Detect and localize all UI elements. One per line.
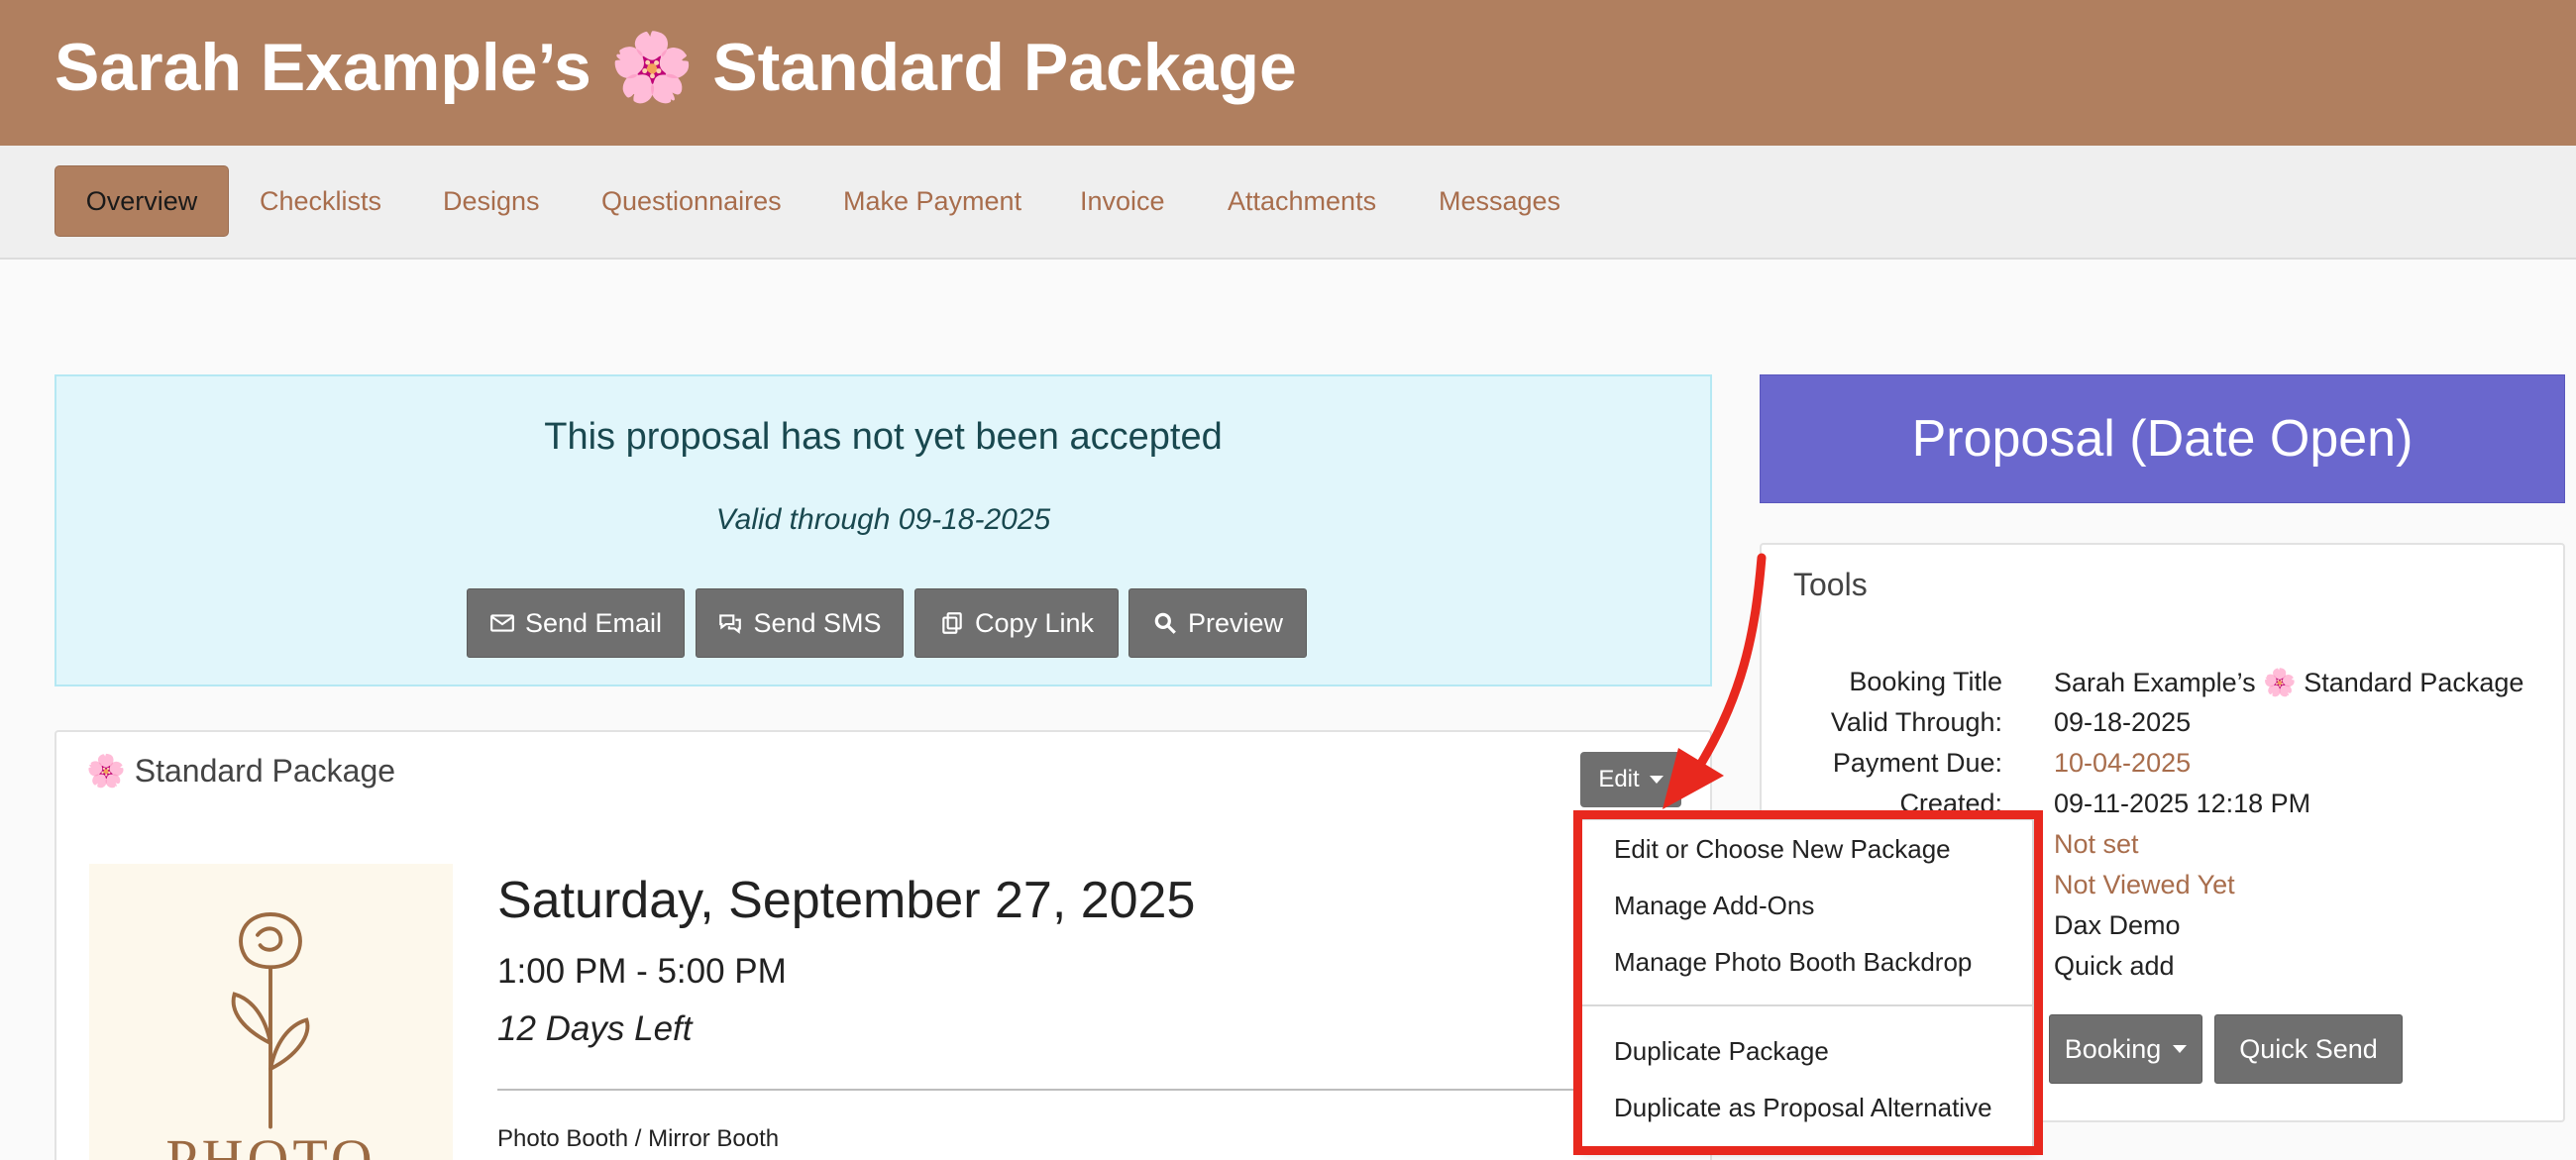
created-label: Created: xyxy=(1899,789,2002,818)
tab-overview[interactable]: Overview xyxy=(54,165,229,237)
quick-send-button[interactable]: Quick Send xyxy=(2214,1014,2403,1084)
copy-icon xyxy=(942,612,962,634)
owner-value: Dax Demo xyxy=(2054,910,2181,940)
nav-tabs: Overview Checklists Designs Questionnair… xyxy=(0,146,2576,260)
menu-item-duplicate-package[interactable]: Duplicate Package xyxy=(1614,1036,1829,1067)
booking-dropdown-button[interactable]: Booking xyxy=(2049,1014,2202,1084)
envelope-icon xyxy=(490,614,514,632)
tab-designs[interactable]: Designs xyxy=(443,165,540,237)
copy-link-button[interactable]: Copy Link xyxy=(914,588,1119,658)
caret-down-icon xyxy=(1649,776,1664,784)
package-card: 🌸 Standard Package Edit PHOTO Saturday, … xyxy=(54,730,1712,1160)
created-value: 09-11-2025 12:18 PM xyxy=(2054,789,2311,818)
booth-type: Photo Booth / Mirror Booth xyxy=(497,1125,780,1152)
menu-item-edit-package[interactable]: Edit or Choose New Package xyxy=(1614,834,1951,865)
menu-item-duplicate-alternative[interactable]: Duplicate as Proposal Alternative xyxy=(1614,1093,1992,1123)
chat-bubbles-icon xyxy=(719,614,742,634)
menu-divider xyxy=(1582,1004,2032,1006)
caret-down-icon xyxy=(2173,1045,2188,1053)
page-header: Sarah Example’s 🌸 Standard Package xyxy=(0,0,2576,146)
edit-dropdown-button[interactable]: Edit xyxy=(1580,752,1681,807)
edit-button-label: Edit xyxy=(1598,766,1640,792)
valid-through-label: Valid Through: xyxy=(1830,707,2002,737)
event-time: 1:00 PM - 5:00 PM xyxy=(497,952,787,991)
valid-through-value: 09-18-2025 xyxy=(2054,707,2192,737)
package-image: PHOTO xyxy=(89,864,453,1160)
package-title: 🌸 Standard Package xyxy=(86,753,396,789)
booking-title-label: Booking Title xyxy=(1849,667,2002,696)
tab-attachments[interactable]: Attachments xyxy=(1228,165,1376,237)
viewed-status-value[interactable]: Not Viewed Yet xyxy=(2054,870,2235,900)
payment-due-label: Payment Due: xyxy=(1832,748,2002,778)
tab-checklists[interactable]: Checklists xyxy=(260,165,381,237)
status-badge: Proposal (Date Open) xyxy=(1760,374,2565,503)
days-left: 12 Days Left xyxy=(497,1009,693,1048)
edit-dropdown-menu: Edit or Choose New Package Manage Add-On… xyxy=(1580,818,2034,1150)
rose-icon xyxy=(231,912,310,1129)
package-image-text: PHOTO xyxy=(165,1127,376,1160)
tab-questionnaires[interactable]: Questionnaires xyxy=(601,165,782,237)
preview-button[interactable]: Preview xyxy=(1128,588,1307,658)
event-date: Saturday, September 27, 2025 xyxy=(497,872,1196,929)
booking-button-label: Booking xyxy=(2064,1033,2162,1064)
preview-label: Preview xyxy=(1187,607,1284,638)
send-email-button[interactable]: Send Email xyxy=(467,588,685,658)
not-set-value[interactable]: Not set xyxy=(2054,829,2139,860)
send-email-label: Send Email xyxy=(524,607,663,638)
search-icon xyxy=(1154,612,1176,634)
tab-invoice[interactable]: Invoice xyxy=(1080,165,1165,237)
divider xyxy=(497,1089,1686,1091)
booking-title-value: Sarah Example’s 🌸 Standard Package xyxy=(2054,668,2524,697)
page-title: Sarah Example’s 🌸 Standard Package xyxy=(54,30,1297,105)
proposal-alert: This proposal has not yet been accepted … xyxy=(54,374,1712,686)
tab-make-payment[interactable]: Make Payment xyxy=(843,165,1021,237)
tools-title: Tools xyxy=(1793,567,1868,602)
menu-item-manage-backdrop[interactable]: Manage Photo Booth Backdrop xyxy=(1614,947,1972,978)
tab-messages[interactable]: Messages xyxy=(1439,165,1560,237)
send-sms-label: Send SMS xyxy=(753,607,882,638)
valid-through-text: Valid through 09-18-2025 xyxy=(715,503,1051,536)
alert-title: This proposal has not yet been accepted xyxy=(544,416,1223,458)
payment-due-value[interactable]: 10-04-2025 xyxy=(2054,748,2191,779)
copy-link-label: Copy Link xyxy=(974,607,1095,638)
quick-add-value: Quick add xyxy=(2054,951,2175,981)
send-sms-button[interactable]: Send SMS xyxy=(696,588,904,658)
menu-item-manage-addons[interactable]: Manage Add-Ons xyxy=(1614,891,1814,921)
